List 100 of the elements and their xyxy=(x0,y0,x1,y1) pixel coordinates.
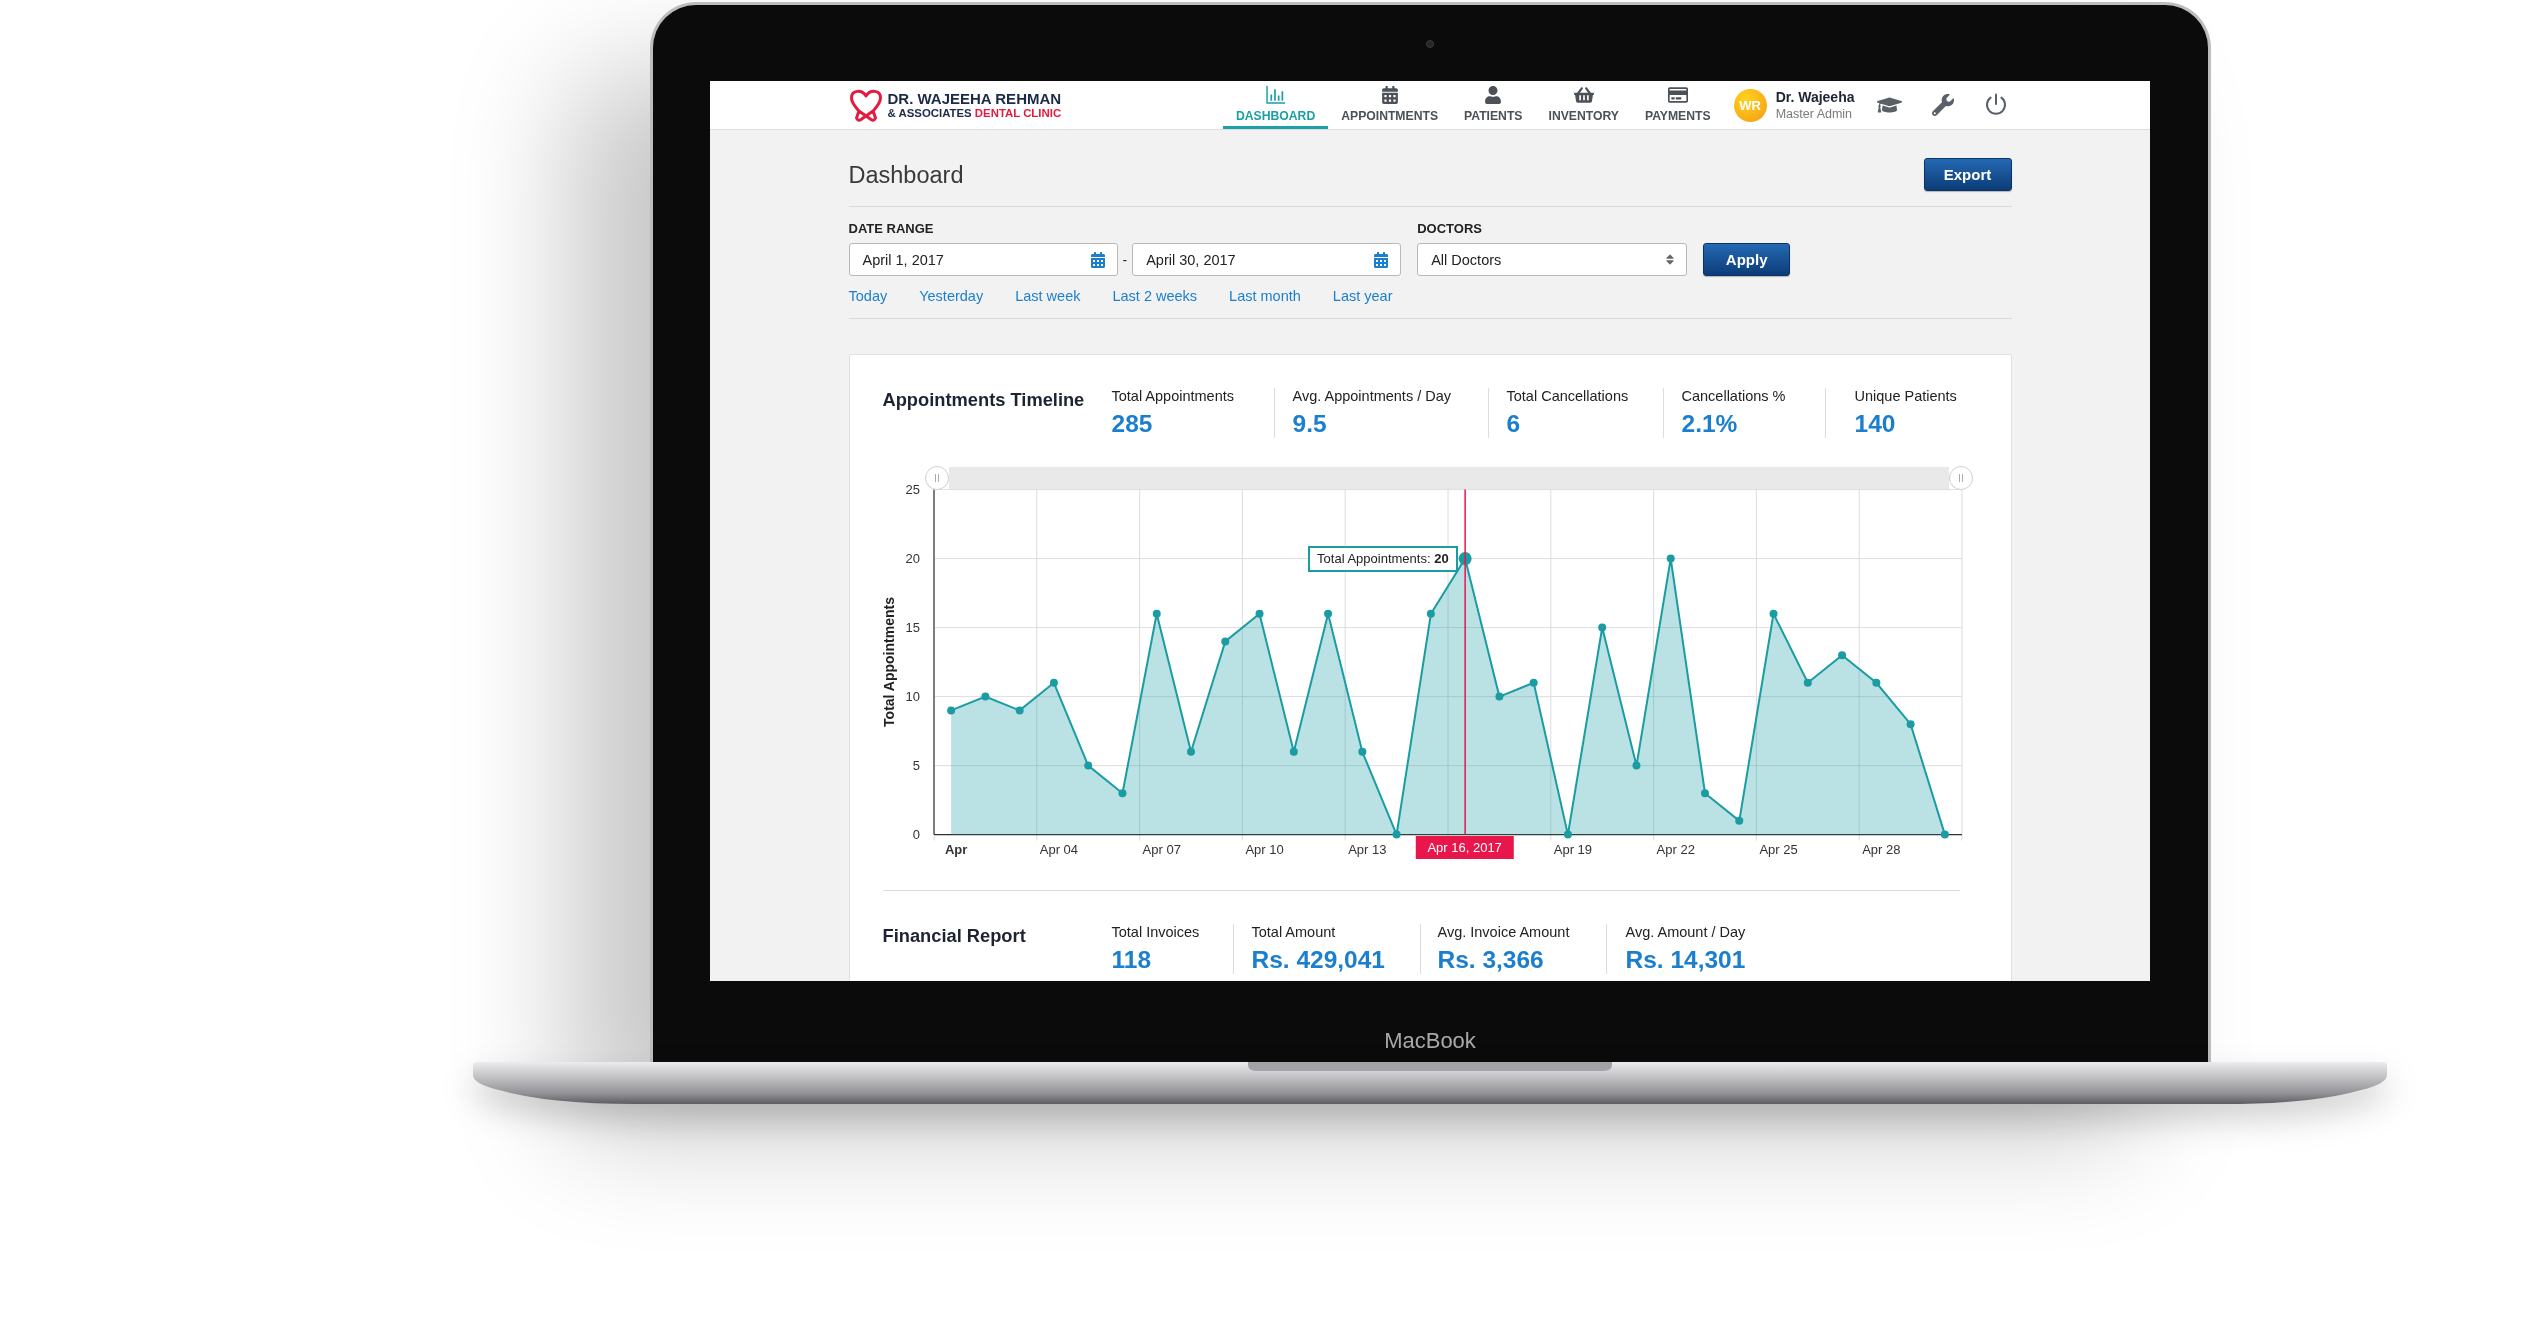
calendar-icon xyxy=(1381,86,1398,104)
date-field[interactable]: April 1, 2017 xyxy=(848,243,1118,276)
stat-value: Rs. 429,041 xyxy=(1251,946,1385,974)
quick-range-link[interactable]: Last month xyxy=(1229,288,1301,304)
stat-label: Avg. Invoice Amount xyxy=(1437,924,1570,941)
data-point xyxy=(1323,609,1332,618)
power-icon[interactable] xyxy=(1983,93,2008,117)
data-point xyxy=(946,706,955,715)
field-label: DATE RANGE xyxy=(848,222,934,236)
section-title: Appointments Timeline xyxy=(882,388,1085,411)
quick-range-link[interactable]: Last year xyxy=(1332,288,1393,304)
chart-tooltip: Total Appointments: 20 xyxy=(1308,545,1458,572)
nav-tab[interactable]: PATIENTS xyxy=(1451,81,1536,129)
quick-range-link[interactable]: Today xyxy=(848,288,888,304)
x-axis-label: Apr 13 xyxy=(1347,842,1386,857)
data-point xyxy=(1871,678,1880,687)
stat-value: Rs. 14,301 xyxy=(1625,946,1746,974)
quick-range-link[interactable]: Last week xyxy=(1015,288,1081,304)
stat-value: 140 xyxy=(1854,410,1896,438)
calendar-icon xyxy=(1090,251,1105,268)
data-point xyxy=(1597,623,1606,632)
stat-label: Cancellations % xyxy=(1681,388,1786,405)
nav-tab[interactable]: APPOINTMENTS xyxy=(1328,81,1452,129)
user-name: Dr. Wajeeha xyxy=(1775,89,1855,105)
stat-value: Rs. 3,366 xyxy=(1437,946,1544,974)
user-role: Master Admin xyxy=(1775,107,1854,121)
data-point xyxy=(1769,609,1778,618)
sort-arrows-icon xyxy=(1666,253,1675,266)
nav-tab[interactable]: PAYMENTS xyxy=(1631,81,1724,129)
x-axis-label: Apr 25 xyxy=(1758,842,1798,857)
clinic-subtitle: & ASSOCIATES DENTAL CLINIC xyxy=(887,106,1062,120)
graduation-cap-icon[interactable] xyxy=(1876,95,1902,115)
data-point xyxy=(1186,747,1195,756)
data-point xyxy=(1049,678,1058,687)
data-point xyxy=(1666,554,1675,563)
data-point xyxy=(980,692,989,701)
stat-value: 9.5 xyxy=(1292,410,1327,438)
clinic-name: DR. WAJEEHA REHMAN xyxy=(887,90,1062,106)
export-button[interactable]: Export xyxy=(1923,158,2012,191)
stat-value: 6 xyxy=(1506,410,1521,438)
stat-label: Total Amount xyxy=(1251,924,1336,941)
camera-icon xyxy=(1426,40,1434,48)
date-field[interactable]: April 30, 2017 xyxy=(1132,243,1402,276)
data-point xyxy=(1458,552,1472,566)
range-handle[interactable] xyxy=(1948,466,1973,490)
range-separator: - xyxy=(1122,251,1128,268)
credit-card-icon xyxy=(1667,86,1688,104)
data-point xyxy=(1152,609,1161,618)
calendar-icon xyxy=(1374,251,1389,268)
data-point xyxy=(1289,747,1298,756)
stat-value: 118 xyxy=(1111,946,1152,974)
wrench-icon[interactable] xyxy=(1931,94,1954,116)
data-point xyxy=(1734,816,1743,825)
range-handle[interactable] xyxy=(924,466,949,490)
data-point xyxy=(1392,830,1401,839)
tooth-heart-logo-icon xyxy=(848,88,883,122)
data-point xyxy=(1220,637,1229,646)
data-point xyxy=(1529,678,1538,687)
x-axis-label: Apr 10 xyxy=(1244,842,1284,857)
stat-label: Unique Patients xyxy=(1854,388,1957,405)
x-axis-label: Apr 28 xyxy=(1861,842,1900,857)
y-axis-label: 15 xyxy=(905,620,920,636)
x-axis-label: Apr 04 xyxy=(1039,842,1078,857)
data-point xyxy=(1015,706,1024,715)
page-title: Dashboard xyxy=(848,160,964,189)
y-axis-label: 5 xyxy=(912,758,920,774)
quick-range-link[interactable]: Last 2 weeks xyxy=(1112,288,1198,304)
quick-range-link[interactable]: Yesterday xyxy=(919,288,984,304)
x-axis-label: Apr 22 xyxy=(1656,842,1695,857)
data-point xyxy=(1083,761,1092,770)
data-point xyxy=(1494,692,1503,701)
stat-value: 2.1% xyxy=(1681,410,1738,438)
y-axis-label: 0 xyxy=(912,827,920,843)
nav-tab[interactable]: INVENTORY xyxy=(1535,81,1632,129)
apply-button[interactable]: Apply xyxy=(1703,243,1791,276)
data-point xyxy=(1837,651,1846,660)
data-point xyxy=(1906,720,1915,729)
stat-label: Total Cancellations xyxy=(1506,388,1629,405)
stat-label: Total Appointments xyxy=(1111,388,1235,405)
x-axis-label: Apr 19 xyxy=(1553,842,1592,857)
data-point xyxy=(1631,761,1640,770)
data-point xyxy=(1803,678,1812,687)
data-point xyxy=(1255,609,1264,618)
stat-label: Avg. Amount / Day xyxy=(1625,924,1746,941)
device-label: MacBook xyxy=(1384,1028,1476,1054)
field-label: DOCTORS xyxy=(1417,222,1482,236)
stat-value: 285 xyxy=(1111,410,1153,438)
x-axis-label: Apr 07 xyxy=(1142,842,1181,857)
crosshair-date-label: Apr 16, 2017 xyxy=(1415,836,1514,859)
person-icon xyxy=(1485,86,1502,104)
stat-label: Total Invoices xyxy=(1111,924,1200,941)
data-point xyxy=(1700,789,1709,798)
stat-label: Avg. Appointments / Day xyxy=(1292,388,1452,405)
basket-icon xyxy=(1573,86,1594,104)
doctor-select[interactable]: All Doctors xyxy=(1417,243,1688,276)
bar-chart-icon xyxy=(1266,86,1286,104)
data-point xyxy=(1940,830,1949,839)
data-point xyxy=(1563,830,1572,839)
x-axis-label: Apr xyxy=(944,842,967,857)
data-point xyxy=(1426,609,1435,618)
